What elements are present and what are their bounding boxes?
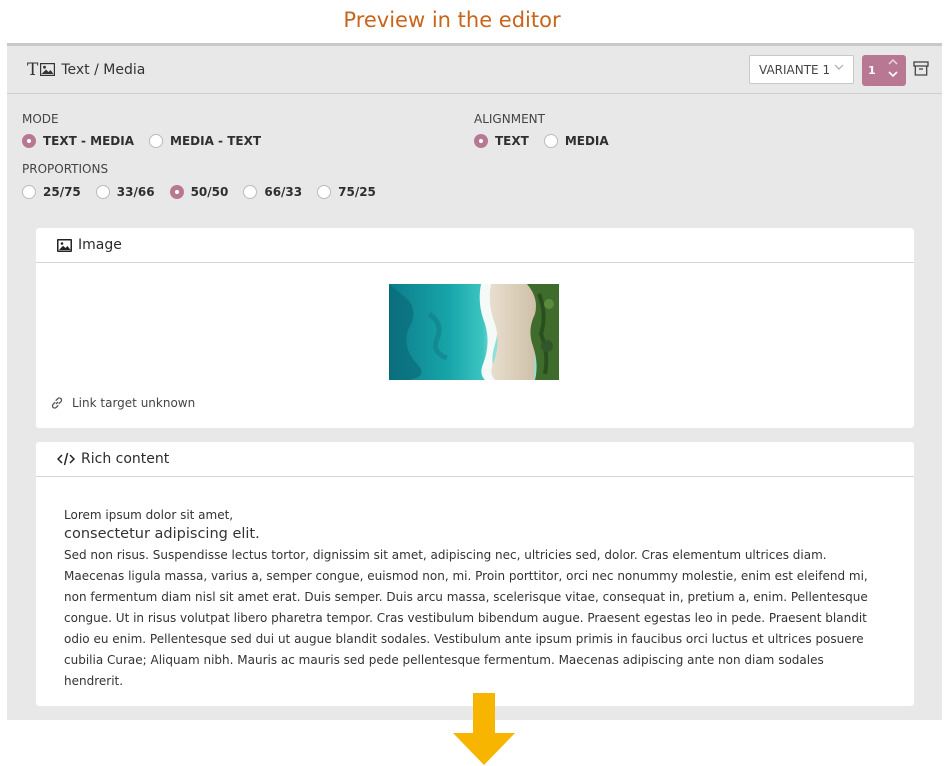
- image-icon: [57, 238, 72, 252]
- proportion-option-75-25[interactable]: 75/25: [317, 185, 376, 199]
- radio-icon[interactable]: [95, 185, 110, 199]
- proportion-option-33-66[interactable]: 33/66: [95, 185, 155, 199]
- rich-paragraph-body: Sed non risus. Suspendisse lectus tortor…: [64, 548, 868, 688]
- mode-radio-group: TEXT - MEDIA MEDIA - TEXT: [22, 134, 276, 148]
- position-value: 1: [868, 64, 876, 77]
- position-stepper[interactable]: 1: [862, 55, 906, 86]
- radio-selected-icon[interactable]: [474, 134, 488, 148]
- rich-content-body[interactable]: Lorem ipsum dolor sit amet, consectetur …: [36, 477, 914, 692]
- component-title: Text / Media: [61, 61, 146, 78]
- image-card-title: Image: [78, 237, 122, 253]
- rich-content-header[interactable]: Rich content: [36, 442, 914, 477]
- archive-icon[interactable]: [913, 61, 929, 80]
- code-icon: [57, 452, 75, 466]
- mode-option-text-media[interactable]: TEXT - MEDIA: [22, 134, 134, 148]
- proportion-option-50-50[interactable]: 50/50: [169, 185, 228, 199]
- proportion-option-66-33[interactable]: 66/33: [243, 185, 302, 199]
- image-card: Image Link target unknown: [36, 228, 914, 428]
- mode-label: MODE: [22, 112, 59, 126]
- proportions-label: PROPORTIONS: [22, 162, 109, 176]
- text-media-icon: T: [27, 60, 56, 80]
- alignment-option-media[interactable]: MEDIA: [543, 134, 609, 148]
- radio-icon[interactable]: [243, 185, 258, 199]
- link-target-text: Link target unknown: [72, 396, 196, 410]
- rich-content-card: Rich content Lorem ipsum dolor sit amet,…: [36, 442, 914, 706]
- component-panel: T Text / Media VARIANTE 1 1 MODE TEXT - …: [7, 43, 942, 720]
- rich-heading: consectetur adipiscing elit.: [64, 526, 260, 542]
- variant-value: VARIANTE 1: [759, 62, 831, 77]
- chevron-down-icon[interactable]: [887, 68, 899, 80]
- radio-icon[interactable]: [543, 134, 558, 148]
- mode-option-media-text[interactable]: MEDIA - TEXT: [149, 134, 261, 148]
- alignment-radio-group: TEXT MEDIA: [474, 134, 624, 148]
- preview-heading: Preview in the editor: [343, 8, 561, 32]
- options-area: MODE TEXT - MEDIA MEDIA - TEXT ALIGNMENT…: [7, 94, 942, 224]
- link-icon: [51, 397, 63, 409]
- rich-paragraph-intro: Lorem ipsum dolor sit amet,: [64, 508, 234, 522]
- radio-selected-icon[interactable]: [169, 185, 184, 199]
- alignment-label: ALIGNMENT: [474, 112, 545, 126]
- radio-icon[interactable]: [317, 185, 332, 199]
- chevron-up-icon[interactable]: [887, 56, 899, 68]
- link-target[interactable]: Link target unknown: [50, 396, 195, 410]
- component-header: T Text / Media VARIANTE 1 1: [7, 46, 942, 94]
- radio-icon[interactable]: [149, 134, 164, 148]
- chevron-down-icon: [834, 63, 844, 74]
- proportion-option-25-75[interactable]: 25/75: [22, 185, 81, 199]
- radio-icon[interactable]: [22, 185, 36, 199]
- beach-image[interactable]: [389, 284, 559, 380]
- variant-select[interactable]: VARIANTE 1: [749, 55, 854, 84]
- rich-content-title: Rich content: [81, 451, 170, 467]
- alignment-option-text[interactable]: TEXT: [474, 134, 529, 148]
- proportions-radio-group: 25/75 33/66 50/50 66/33 75/25: [22, 185, 391, 199]
- image-card-header[interactable]: Image: [36, 228, 914, 263]
- arrow-down-icon: [453, 693, 515, 765]
- radio-selected-icon[interactable]: [22, 134, 36, 148]
